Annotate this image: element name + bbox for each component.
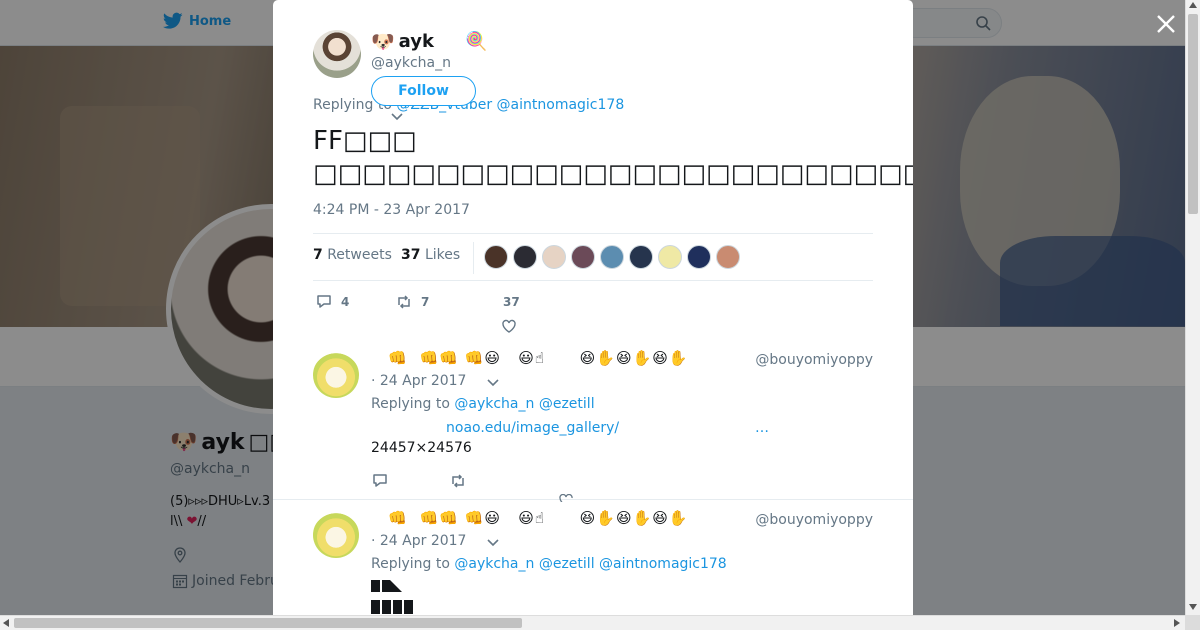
scroll-down-icon[interactable] <box>1189 604 1197 610</box>
reply-text: 24457×24576 <box>371 440 472 456</box>
reply-icon <box>317 295 331 308</box>
tweet-stats: 7 Retweets 37 Likes <box>313 233 873 281</box>
liker-avatar[interactable] <box>542 245 566 269</box>
horizontal-scrollbar[interactable] <box>0 615 1185 630</box>
reply-tweet[interactable]: 👊 👊👊 👊😃 😃☝ 😆✋😆✋😆✋ @bouyomiyoppy · 24 Apr… <box>273 340 913 502</box>
mention-link[interactable]: @aintnomagic178 <box>599 556 727 572</box>
reply-actions <box>371 472 467 490</box>
close-icon[interactable] <box>1154 12 1178 36</box>
reply-author-handle[interactable]: @bouyomiyoppy <box>755 352 873 368</box>
reply-icon[interactable] <box>371 472 389 490</box>
vertical-scrollbar[interactable] <box>1185 0 1200 615</box>
reply-date[interactable]: · 24 Apr 2017 <box>371 373 466 389</box>
liker-avatars <box>484 245 740 269</box>
tweet-modal: 🐶 ayk 🍭 @aykcha_n Replying to @ZZB_vtube… <box>273 0 913 615</box>
retweet-icon <box>398 295 410 309</box>
liker-avatar[interactable] <box>600 245 624 269</box>
url-ellipsis[interactable]: … <box>755 420 769 436</box>
replying-to: Replying to @aykcha_n @ezetill <box>371 396 595 412</box>
reply-button[interactable]: 4 <box>315 293 349 311</box>
author-handle[interactable]: @aykcha_n <box>371 55 451 71</box>
scrollbar-thumb[interactable] <box>1188 14 1198 214</box>
retweet-icon[interactable] <box>449 472 467 490</box>
reply-tweet[interactable]: 👊 👊👊 👊😃 😃☝ 😆✋😆✋😆✋ @bouyomiyoppy · 24 Apr… <box>273 500 913 615</box>
liker-avatar[interactable] <box>571 245 595 269</box>
reply-avatar[interactable] <box>313 352 359 398</box>
scrollbar-thumb[interactable] <box>14 618 522 628</box>
retweets-stat[interactable]: 7 Retweets <box>313 247 392 263</box>
liker-avatar[interactable] <box>629 245 653 269</box>
mention-link[interactable]: @ezetill <box>539 556 595 572</box>
liker-avatar[interactable] <box>658 245 682 269</box>
like-count: 37 <box>503 295 520 309</box>
replying-to: Replying to @aykcha_n @ezetill @aintnoma… <box>371 556 727 572</box>
liker-avatar[interactable] <box>687 245 711 269</box>
author-avatar[interactable] <box>313 30 361 78</box>
tweet-actions: 4 7 37 <box>313 292 873 335</box>
author-name[interactable]: 🐶 ayk <box>371 30 434 53</box>
scroll-left-icon[interactable] <box>3 619 9 627</box>
tweet-timestamp: 4:24 PM - 23 Apr 2017 <box>313 202 470 218</box>
liker-avatar[interactable] <box>513 245 537 269</box>
reply-author-name[interactable]: 👊 👊👊 👊😃 😃☝ 😆✋😆✋😆✋ <box>371 509 689 527</box>
url-link[interactable]: noao.edu/image_gallery/ <box>446 420 619 436</box>
retweet-button[interactable]: 7 <box>395 293 429 311</box>
heart-icon[interactable] <box>500 317 518 335</box>
mention-link[interactable]: @aykcha_n <box>454 396 534 412</box>
dog-emoji-icon: 🐶 <box>371 31 395 53</box>
mention-link[interactable]: @aintnomagic178 <box>497 97 625 113</box>
mention-link[interactable]: @ezetill <box>539 396 595 412</box>
follow-button[interactable]: Follow <box>371 76 476 106</box>
reply-date[interactable]: · 24 Apr 2017 <box>371 533 466 549</box>
liker-avatar[interactable] <box>484 245 508 269</box>
scrollbar-corner <box>1185 615 1200 630</box>
likes-stat[interactable]: 37 Likes <box>401 247 460 263</box>
reply-avatar[interactable] <box>313 512 359 558</box>
stats-divider <box>473 242 474 274</box>
reply-author-name[interactable]: 👊 👊👊 👊😃 😃☝ 😆✋😆✋😆✋ <box>371 349 689 367</box>
liker-avatar[interactable] <box>716 245 740 269</box>
lollipop-emoji-icon: 🍭 <box>465 31 488 52</box>
chevron-down-icon[interactable] <box>390 112 404 122</box>
mention-link[interactable]: @aykcha_n <box>454 556 534 572</box>
reply-author-handle[interactable]: @bouyomiyoppy <box>755 512 873 528</box>
scroll-up-icon[interactable] <box>1189 2 1197 8</box>
text-glyph-icon <box>371 580 413 614</box>
scroll-right-icon[interactable] <box>1174 619 1180 627</box>
chevron-down-icon[interactable] <box>486 378 500 388</box>
tweet-text: FF□□□ □□□□□□□□□□□□□□□□□□□□□□□□□□□□□□□□□□… <box>313 126 913 189</box>
chevron-down-icon[interactable] <box>486 538 500 548</box>
